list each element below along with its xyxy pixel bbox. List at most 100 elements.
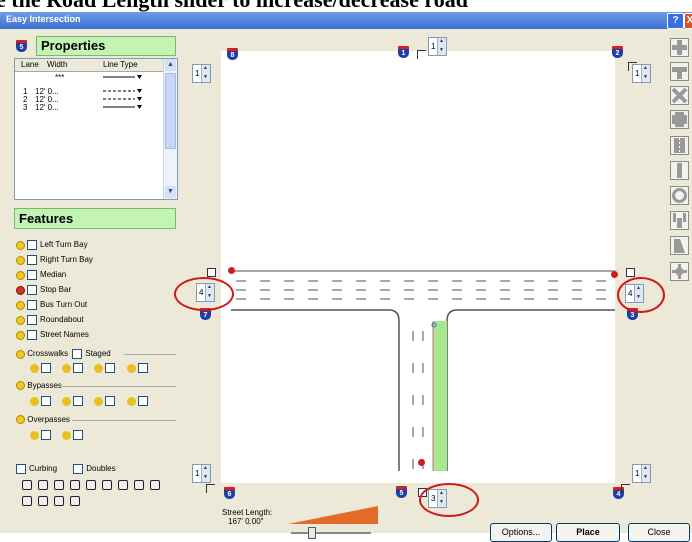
feature-stop-bar[interactable]: Stop Bar — [16, 285, 71, 296]
lane-count-spinner[interactable]: 1 ▲ ▼ — [632, 64, 651, 83]
curb-style-icon[interactable] — [86, 480, 96, 490]
overpass-option-icon — [30, 430, 39, 440]
bypass-option-icon — [62, 396, 72, 406]
plus-intersection-icon[interactable] — [670, 262, 689, 281]
overpasses-group: Overpasses — [16, 415, 70, 425]
column-lane: Lane — [21, 60, 39, 69]
t-intersection-icon[interactable] — [670, 62, 689, 81]
lane-count-spinner[interactable]: 1 ▲ ▼ — [428, 37, 447, 56]
feature-median[interactable]: Median — [16, 270, 66, 281]
road-length-slider-thumb[interactable] — [308, 527, 316, 539]
checkbox[interactable] — [207, 268, 216, 277]
lane-table[interactable]: Lane Width Line Type *** 1 12' 0... 2 12… — [14, 58, 178, 200]
crosswalk-option-icon — [30, 363, 39, 373]
bypasses-group: Bypasses — [16, 381, 62, 391]
route-shield-icon[interactable]: 5 — [396, 486, 407, 498]
intersection-canvas[interactable] — [221, 51, 615, 483]
checkbox[interactable] — [626, 268, 635, 277]
lane-count-spinner[interactable]: 1 ▲ ▼ — [192, 64, 211, 83]
route-shield-icon[interactable]: 6 — [224, 487, 235, 499]
feature-right-turn-bay[interactable]: Right Turn Bay — [16, 255, 93, 266]
lane-table-header: Lane Width Line Type — [15, 59, 163, 72]
curb-style-icon[interactable] — [22, 480, 32, 490]
stop-bar-marker[interactable] — [611, 271, 618, 278]
street-length-value: 167' 0.00" — [228, 517, 264, 526]
road-length-slider-track[interactable] — [291, 532, 371, 534]
curb-style-icon[interactable] — [54, 496, 64, 506]
line-type-solid[interactable] — [103, 105, 143, 111]
checkbox[interactable] — [27, 315, 37, 325]
crosswalk-icon — [16, 349, 25, 359]
curbing-checkbox[interactable] — [16, 464, 26, 474]
checkbox[interactable] — [27, 255, 37, 265]
title-bar[interactable]: Easy Intersection ? X — [0, 12, 692, 29]
doubles-checkbox[interactable] — [73, 464, 84, 474]
fork-intersection-icon[interactable] — [670, 211, 689, 230]
curb-style-icon[interactable] — [70, 496, 80, 506]
curb-style-icon[interactable] — [102, 480, 112, 490]
close-window-button[interactable]: X — [684, 13, 692, 29]
lane-count-spinner[interactable]: 1 ▲ ▼ — [192, 464, 211, 483]
curb-style-icon[interactable] — [150, 480, 160, 490]
feature-roundabout[interactable]: Roundabout — [16, 315, 84, 326]
curb-style-icon[interactable] — [134, 480, 144, 490]
left-turn-icon — [16, 240, 25, 250]
lane-count-spinner[interactable]: 1 ▲ ▼ — [632, 464, 651, 483]
curb-style-icon[interactable] — [54, 480, 64, 490]
crosswalk-options[interactable] — [30, 363, 151, 373]
feature-left-turn-bay[interactable]: Left Turn Bay — [16, 240, 88, 251]
feature-street-names[interactable]: Street Names — [16, 330, 89, 341]
route-shield-icon[interactable]: 8 — [227, 48, 238, 60]
staged-checkbox[interactable] — [72, 349, 83, 359]
multi-lane-road-icon[interactable] — [670, 136, 689, 155]
scroll-down-icon[interactable]: ▼ — [165, 186, 176, 198]
checkbox[interactable] — [27, 300, 37, 310]
highlight-ellipse — [419, 483, 479, 517]
scrollbar-thumb[interactable] — [165, 73, 176, 149]
line-type-solid[interactable] — [103, 75, 143, 81]
wide-intersection-icon[interactable] — [670, 110, 689, 129]
corner-marker — [206, 484, 215, 493]
stop-bar-marker[interactable] — [418, 459, 425, 466]
single-road-icon[interactable] — [670, 161, 689, 180]
intersection-drawing — [231, 270, 615, 471]
roundabout-tool-icon[interactable] — [670, 186, 689, 205]
route-shield-icon[interactable]: 2 — [612, 46, 623, 58]
crosswalk-option-icon — [94, 363, 104, 373]
scroll-up-icon[interactable]: ▲ — [165, 59, 176, 71]
overpass-options[interactable] — [30, 430, 86, 440]
highlight-ellipse — [617, 277, 665, 313]
crosswalk-option-icon — [62, 363, 72, 373]
highlight-ellipse — [174, 277, 234, 311]
tutorial-caption: e the Road Length slider to increase/dec… — [0, 0, 692, 12]
corner-marker — [621, 484, 630, 493]
checkbox[interactable] — [27, 330, 37, 340]
bypass-options[interactable] — [30, 396, 151, 406]
bus-icon — [16, 300, 25, 310]
table-row[interactable]: 3 12' 0... — [15, 103, 163, 112]
easy-intersection-window: Easy Intersection ? X 5 Properties Lane … — [0, 12, 692, 542]
lane-table-scrollbar[interactable]: ▲ ▼ — [163, 59, 177, 199]
bypass-option-icon — [94, 396, 104, 406]
checkbox[interactable] — [27, 270, 37, 280]
curb-style-icon[interactable] — [38, 496, 48, 506]
skewed-intersection-icon[interactable] — [670, 86, 689, 105]
curb-style-icon[interactable] — [70, 480, 80, 490]
route-shield-icon[interactable]: 1 — [398, 46, 409, 58]
ramp-icon[interactable] — [670, 236, 689, 255]
curb-style-icon[interactable] — [38, 480, 48, 490]
curb-style-icon[interactable] — [22, 496, 32, 506]
stop-bar-icon — [16, 285, 25, 295]
street-length-label: Street Length: — [222, 508, 273, 517]
stop-bar-marker[interactable] — [228, 267, 235, 274]
corner-marker — [417, 50, 426, 59]
checkbox[interactable] — [27, 285, 37, 295]
curb-style-icon[interactable] — [118, 480, 128, 490]
bypass-option-icon — [30, 396, 39, 406]
four-way-intersection-icon[interactable] — [670, 38, 689, 57]
table-row[interactable]: *** — [15, 73, 163, 82]
checkbox[interactable] — [27, 240, 37, 250]
help-button[interactable]: ? — [667, 13, 684, 29]
overpass-icon — [16, 415, 25, 425]
feature-bus-turn-out[interactable]: Bus Turn Out — [16, 300, 87, 311]
